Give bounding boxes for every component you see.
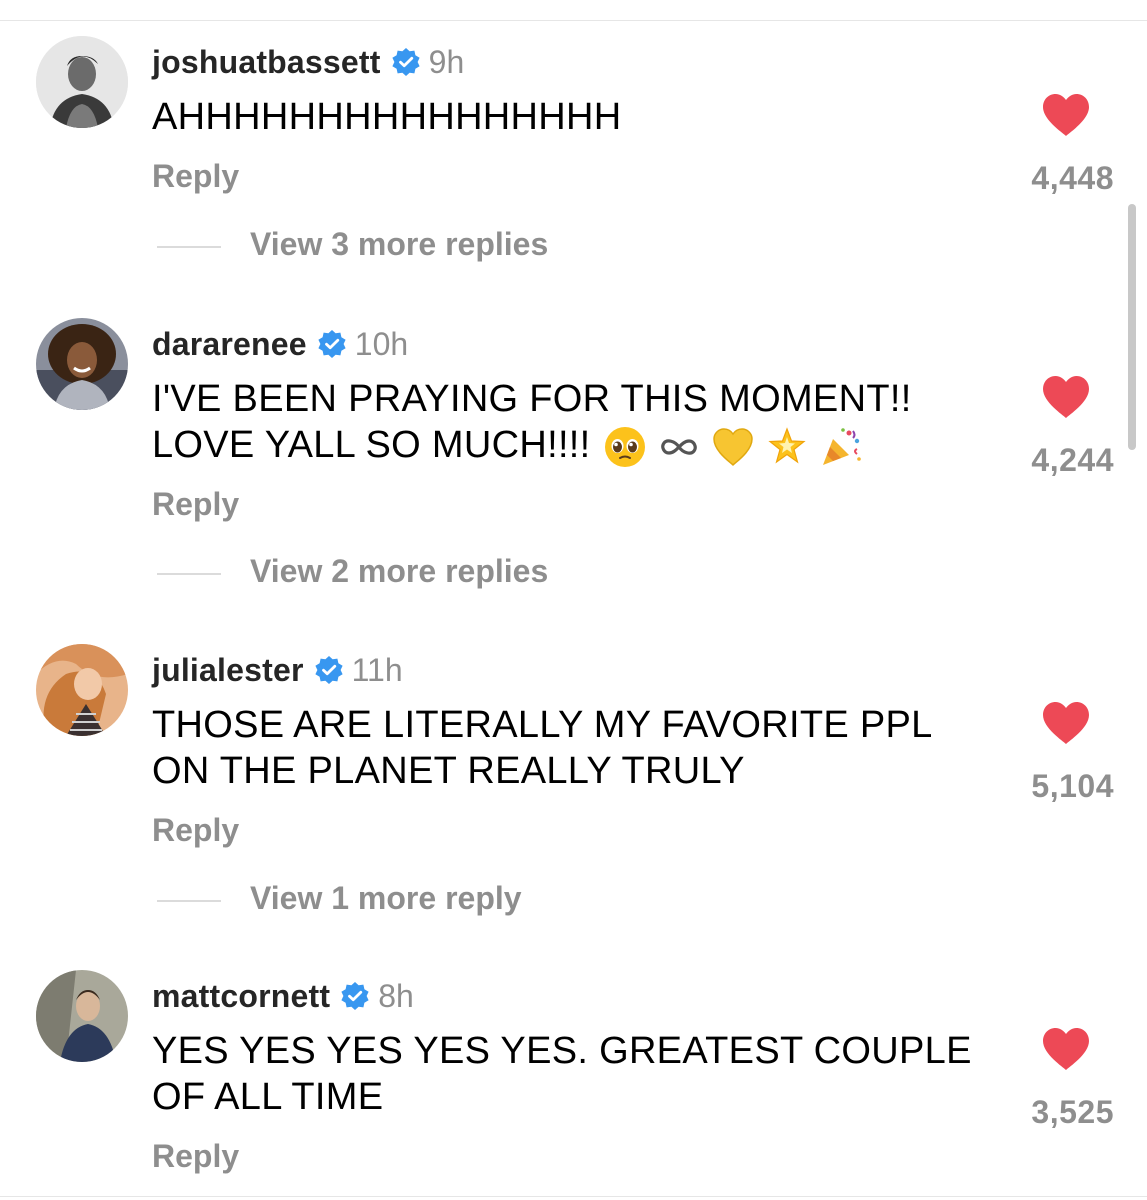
scrollbar[interactable] (1128, 204, 1136, 450)
view-replies-label: View 2 more replies (250, 553, 549, 589)
view-replies-button[interactable]: View 3 more replies (0, 224, 1147, 268)
comment-text-line: OF ALL TIME (152, 1076, 384, 1118)
comment-text-line: I'VE BEEN PRAYING FOR THIS MOMENT!! (152, 378, 912, 420)
avatar[interactable] (36, 318, 128, 410)
reply-button[interactable]: Reply (152, 1138, 239, 1175)
comment-header: julialester 11h (152, 648, 403, 692)
reply-button[interactable]: Reply (152, 158, 239, 195)
timestamp: 11h (351, 651, 403, 688)
comment-text-line-with-emoji: LOVE YALL SO MUCH!!!! (152, 422, 992, 469)
top-divider (0, 20, 1147, 21)
comment-text-line: ON THE PLANET REALLY TRULY (152, 750, 745, 792)
verified-badge-icon (314, 655, 344, 685)
like-heart-icon[interactable] (1040, 700, 1092, 746)
username[interactable]: joshuatbassett (152, 44, 381, 81)
comments-screen: joshuatbassett 9h AHHHHHHHHHHHHHHHH Repl… (0, 0, 1147, 1200)
reply-button[interactable]: Reply (152, 486, 239, 523)
comment-text: YES YES YES YES YES. GREATEST COUPLE OF … (152, 1028, 992, 1120)
verified-badge-icon (391, 47, 421, 77)
comment-text: AHHHHHHHHHHHHHHHH (152, 96, 622, 138)
like-count: 3,525 (1031, 1094, 1114, 1130)
comment-text-line: YES YES YES YES YES. GREATEST COUPLE (152, 1030, 972, 1072)
like-count: 4,244 (1031, 442, 1114, 478)
comment-header: dararenee 10h (152, 322, 408, 366)
avatar[interactable] (36, 36, 128, 128)
comment-text-line: LOVE YALL SO MUCH!!!! (152, 424, 591, 466)
reply-button[interactable]: Reply (152, 812, 239, 849)
like-count: 5,104 (1031, 768, 1114, 804)
emoji-group (603, 425, 863, 469)
comment-header: joshuatbassett 9h (152, 40, 464, 84)
comment-text: THOSE ARE LITERALLY MY FAVORITE PPL ON T… (152, 702, 992, 794)
replies-divider-line (157, 573, 221, 575)
timestamp: 8h (378, 977, 414, 1014)
avatar[interactable] (36, 970, 128, 1062)
view-replies-label: View 1 more reply (250, 880, 522, 916)
verified-badge-icon (340, 981, 370, 1011)
comment-text-line: THOSE ARE LITERALLY MY FAVORITE PPL (152, 704, 933, 746)
verified-badge-icon (317, 329, 347, 359)
replies-divider-line (157, 900, 221, 902)
comment-header: mattcornett 8h (152, 974, 414, 1018)
view-replies-label: View 3 more replies (250, 226, 549, 262)
timestamp: 9h (428, 43, 465, 80)
view-replies-button[interactable]: View 1 more reply (0, 878, 1147, 922)
like-heart-icon[interactable] (1040, 1026, 1092, 1072)
infinity-icon (657, 425, 701, 469)
username[interactable]: dararenee (152, 326, 307, 363)
username[interactable]: julialester (152, 652, 304, 689)
yellow-heart-icon (711, 425, 755, 469)
like-count: 4,448 (1031, 160, 1114, 196)
like-heart-icon[interactable] (1040, 374, 1092, 420)
party-popper-icon (819, 425, 863, 469)
username[interactable]: mattcornett (152, 978, 330, 1015)
timestamp: 10h (354, 325, 409, 362)
avatar[interactable] (36, 644, 128, 736)
pleading-face-icon (603, 425, 647, 469)
glowing-star-icon (765, 425, 809, 469)
view-replies-button[interactable]: View 2 more replies (0, 551, 1147, 595)
like-heart-icon[interactable] (1040, 92, 1092, 138)
bottom-divider (0, 1196, 1147, 1197)
comment-text: I'VE BEEN PRAYING FOR THIS MOMENT!! LOVE… (152, 376, 992, 469)
replies-divider-line (157, 246, 221, 248)
